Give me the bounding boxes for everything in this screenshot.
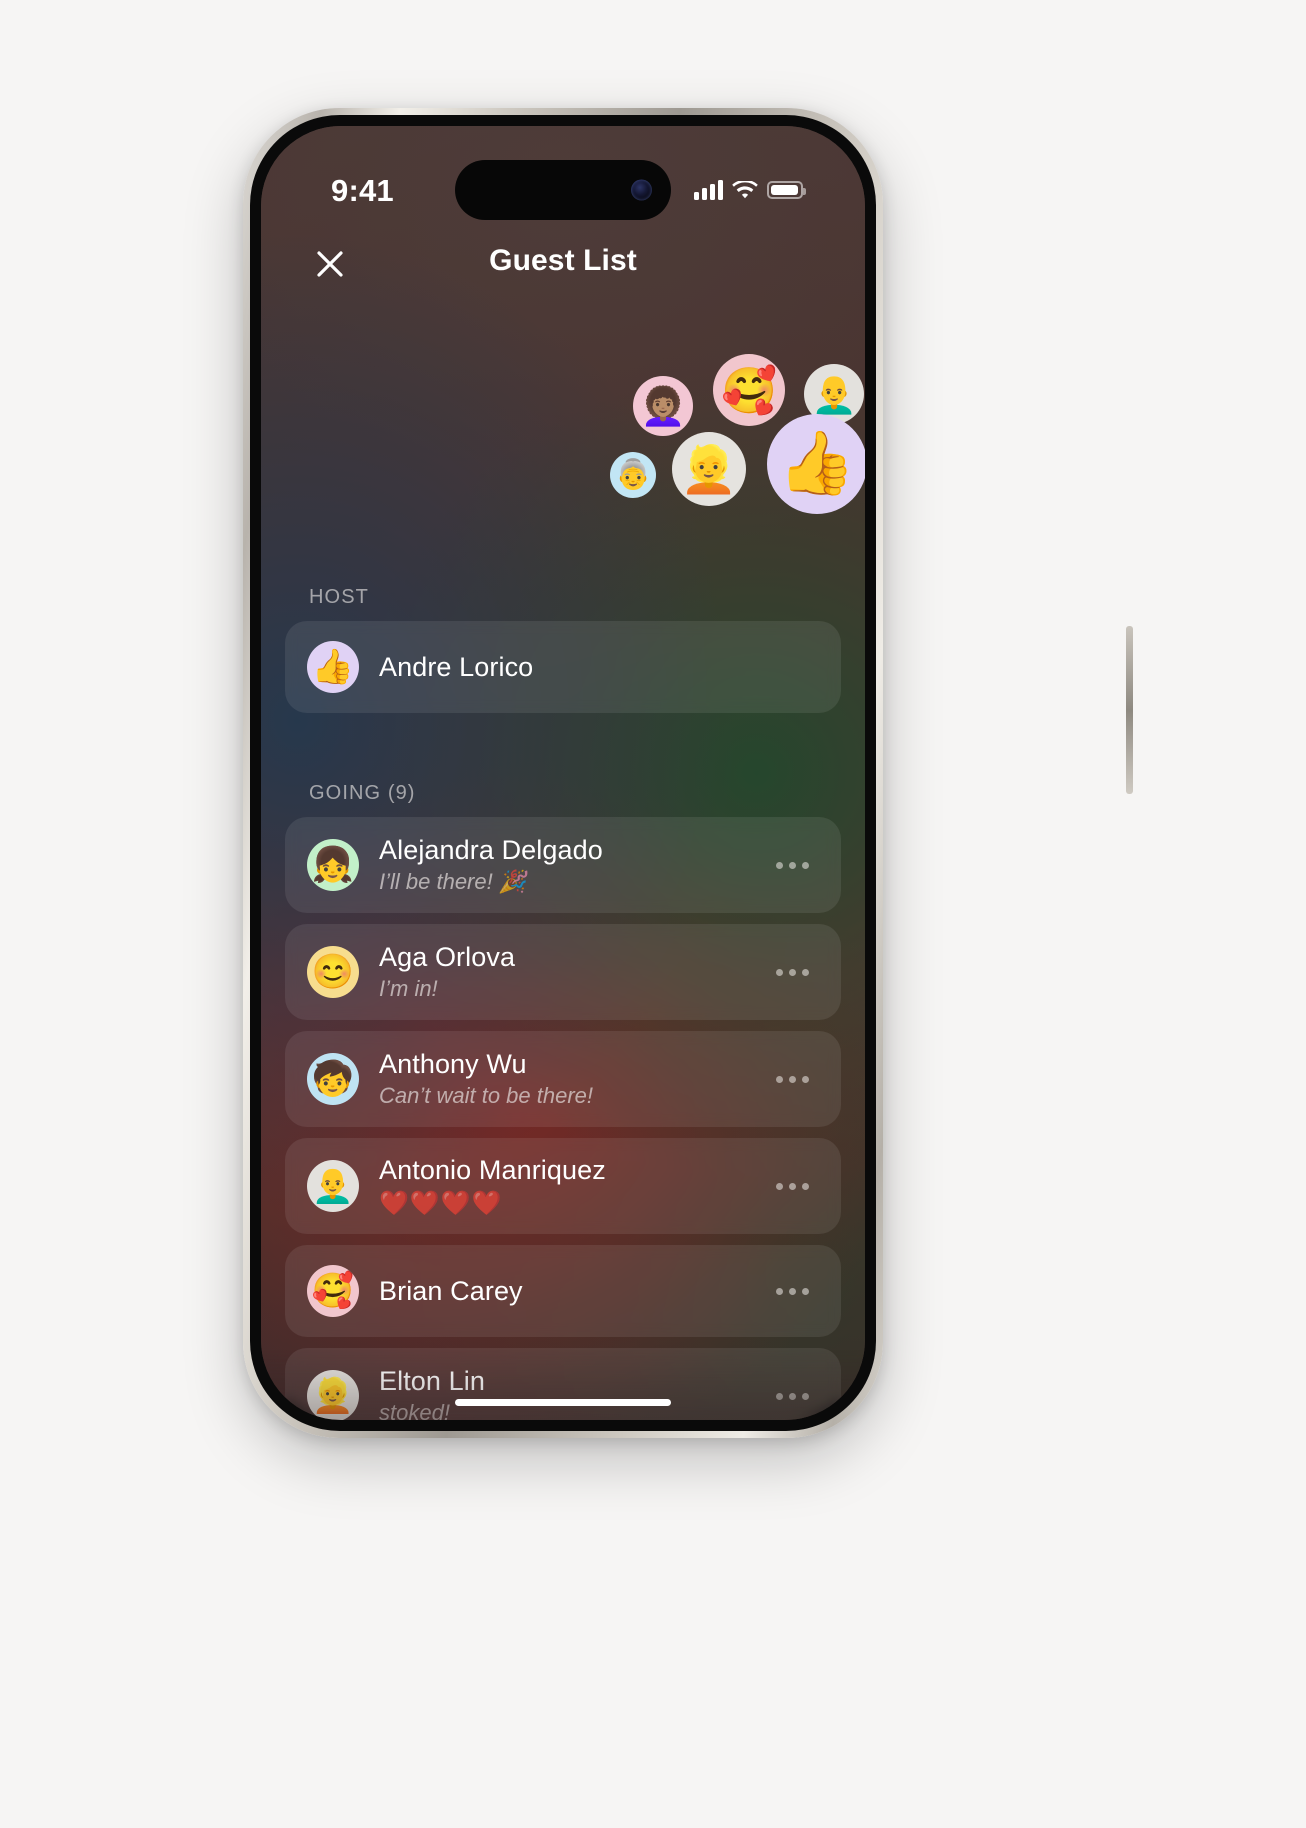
device-screen: 9:41 bbox=[261, 126, 865, 1420]
guest-row-text: Andre Lorico bbox=[379, 652, 819, 683]
avatar-memoji-glyph: 👨‍🦲 bbox=[810, 373, 858, 415]
guest-row[interactable]: 👱 Elton Lin stoked! bbox=[285, 1348, 841, 1420]
ellipsis-icon[interactable] bbox=[765, 1163, 819, 1209]
avatar: 🥰 bbox=[307, 1265, 359, 1317]
avatar: 👨‍🦲 bbox=[307, 1160, 359, 1212]
guest-row-text: Elton Lin stoked! bbox=[379, 1366, 765, 1420]
avatar-memoji-glyph: 👧 bbox=[311, 846, 355, 884]
avatar: 🧒 bbox=[307, 1053, 359, 1105]
avatar-memoji-glyph: 👱 bbox=[680, 443, 738, 495]
section-header-host: HOST bbox=[309, 586, 369, 608]
avatar-memoji-glyph: 👱 bbox=[311, 1377, 355, 1415]
guest-rsvp-message: Can’t wait to be there! bbox=[379, 1083, 594, 1108]
avatar: 👧 bbox=[307, 839, 359, 891]
status-bar-time: 9:41 bbox=[331, 173, 394, 208]
guest-row-text: Anthony Wu Can’t wait to be there! bbox=[379, 1049, 765, 1109]
ellipsis-icon[interactable] bbox=[765, 1373, 819, 1419]
guest-row[interactable]: 👧 Alejandra Delgado I’ll be there! 🎉 bbox=[285, 817, 841, 913]
guest-row-text: Aga Orlova I’m in! bbox=[379, 942, 765, 1002]
side-power-button[interactable] bbox=[1126, 626, 1133, 794]
avatar-memoji-glyph: 🥰 bbox=[311, 1272, 355, 1310]
avatar-memoji-glyph: 👍 bbox=[778, 429, 856, 498]
ellipsis-icon[interactable] bbox=[765, 1056, 819, 1102]
avatar-memoji-glyph: 👵 bbox=[614, 458, 652, 491]
avatar: 👍 bbox=[307, 641, 359, 693]
avatar: 👱 bbox=[307, 1370, 359, 1420]
guest-rsvp-message: I’ll be there! 🎉 bbox=[379, 869, 527, 894]
guest-name: Antonio Manriquez bbox=[379, 1154, 606, 1185]
guest-list-scroll-area[interactable]: HOST 👍 Andre Lorico GOING (9) 👧 Alejandra Del… bbox=[261, 556, 865, 1420]
guest-row[interactable]: 🧒 Anthony Wu Can’t wait to be there! bbox=[285, 1031, 841, 1127]
cluster-avatar[interactable]: 🥰 bbox=[713, 354, 785, 426]
guest-row[interactable]: 👍 Andre Lorico bbox=[285, 621, 841, 713]
guest-row-text: Antonio Manriquez ❤️❤️❤️❤️ bbox=[379, 1155, 765, 1218]
cluster-avatar[interactable]: 👩🏽‍🦱 bbox=[633, 376, 693, 436]
guest-avatar-cluster: 👩🏽‍🦱🥰👨‍🦲🧒😊👵👱👍👧👶 bbox=[261, 334, 865, 562]
guest-row[interactable]: 👨‍🦲 Antonio Manriquez ❤️❤️❤️❤️ bbox=[285, 1138, 841, 1234]
guest-name: Andre Lorico bbox=[379, 651, 534, 682]
avatar-memoji-glyph: 😊 bbox=[311, 953, 355, 991]
status-bar-indicators bbox=[694, 180, 806, 200]
guest-row-text: Brian Carey bbox=[379, 1276, 765, 1307]
avatar-memoji-glyph: 👩🏽‍🦱 bbox=[639, 385, 687, 427]
dynamic-island bbox=[455, 160, 671, 220]
guest-rsvp-message: ❤️❤️❤️❤️ bbox=[379, 1189, 503, 1217]
wifi-icon bbox=[732, 180, 758, 200]
guest-row[interactable]: 🥰 Brian Carey bbox=[285, 1245, 841, 1337]
page-title: Guest List bbox=[489, 244, 637, 277]
ellipsis-icon[interactable] bbox=[765, 1268, 819, 1314]
ellipsis-icon[interactable] bbox=[765, 842, 819, 888]
guest-name: Elton Lin bbox=[379, 1366, 485, 1396]
battery-icon bbox=[767, 181, 806, 199]
section-header-going: GOING (9) bbox=[309, 782, 416, 804]
cluster-avatar[interactable]: 👵 bbox=[610, 452, 656, 498]
avatar-memoji-glyph: 🧒 bbox=[311, 1060, 355, 1098]
avatar-memoji-glyph: 🥰 bbox=[720, 364, 778, 416]
guest-row-text: Alejandra Delgado I’ll be there! 🎉 bbox=[379, 835, 765, 895]
avatar-memoji-glyph: 👨‍🦲 bbox=[311, 1167, 355, 1205]
device-bezel: 9:41 bbox=[250, 115, 876, 1431]
front-camera-icon bbox=[631, 179, 652, 201]
cellular-bars-icon bbox=[694, 180, 723, 200]
guest-rsvp-message: I’m in! bbox=[379, 976, 438, 1001]
guest-name: Brian Carey bbox=[379, 1275, 523, 1306]
avatar: 😊 bbox=[307, 946, 359, 998]
cluster-avatar[interactable]: 👍 bbox=[767, 414, 865, 514]
avatar-memoji-glyph: 👍 bbox=[311, 648, 355, 686]
nav-bar: Guest List bbox=[261, 230, 865, 300]
cluster-avatar[interactable]: 👱 bbox=[672, 432, 746, 506]
guest-name: Anthony Wu bbox=[379, 1049, 527, 1079]
iphone-device-frame: 9:41 bbox=[243, 108, 1133, 1438]
guest-name: Alejandra Delgado bbox=[379, 835, 603, 865]
home-indicator[interactable] bbox=[455, 1399, 671, 1406]
ellipsis-icon[interactable] bbox=[765, 949, 819, 995]
guest-row[interactable]: 😊 Aga Orlova I’m in! bbox=[285, 924, 841, 1020]
guest-name: Aga Orlova bbox=[379, 942, 516, 972]
screenshot-stage: 9:41 bbox=[0, 0, 1306, 1828]
